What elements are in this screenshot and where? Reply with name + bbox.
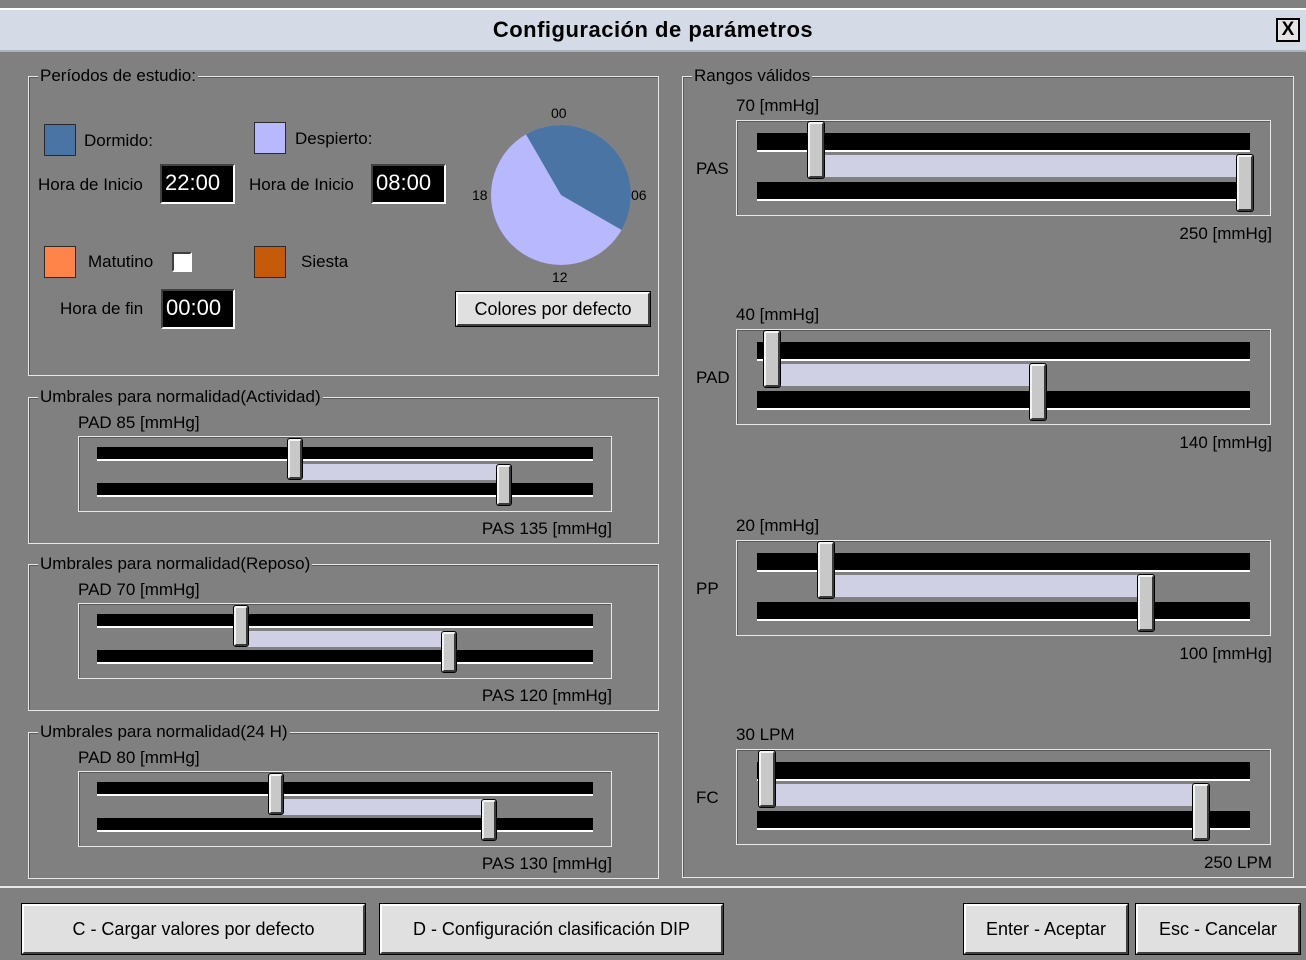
dormido-start-input[interactable]: 22:00 <box>160 164 235 204</box>
clock-pie-chart: 00 06 12 18 <box>472 105 647 285</box>
threshold-low-thumb[interactable] <box>232 605 249 647</box>
threshold-track-bottom <box>97 818 593 832</box>
threshold-legend: Umbrales para normalidad(Reposo) <box>38 554 313 574</box>
range-track-bottom <box>757 602 1250 621</box>
range-track-bottom <box>757 182 1250 201</box>
despierto-color-swatch[interactable] <box>254 122 286 154</box>
threshold-pas-label: PAS 130 [mmHg] <box>481 854 612 873</box>
threshold-high-thumb[interactable] <box>480 799 497 841</box>
range-name: PAS <box>696 159 729 178</box>
range-selected <box>766 784 1201 806</box>
periods-legend: Períodos de estudio: <box>38 66 198 86</box>
despierto-start-label: Hora de Inicio <box>249 175 354 194</box>
range-min-label: 30 LPM <box>736 725 795 744</box>
siesta-color-swatch[interactable] <box>254 246 286 278</box>
threshold-pas-label: PAS 120 [mmHg] <box>481 686 612 705</box>
range-name: FC <box>696 788 719 807</box>
footer-separator <box>0 886 1306 888</box>
close-button[interactable]: X <box>1276 18 1300 42</box>
window-title: Configuración de parámetros <box>492 17 814 42</box>
threshold-selected-range <box>295 464 504 480</box>
despierto-label: Despierto: <box>295 129 373 148</box>
range-max-label: 250 [mmHg] <box>1179 224 1272 243</box>
threshold-low-thumb[interactable] <box>267 773 284 815</box>
range-max-thumb[interactable] <box>1236 154 1255 212</box>
threshold-legend: Umbrales para normalidad(24 H) <box>38 722 290 742</box>
threshold-track-top <box>97 614 593 628</box>
threshold-selected-range <box>240 631 450 647</box>
cancel-button[interactable]: Esc - Cancelar <box>1135 903 1301 955</box>
range-min-label: 40 [mmHg] <box>736 305 820 324</box>
accept-button[interactable]: Enter - Aceptar <box>963 903 1129 955</box>
range-max-label: 140 [mmHg] <box>1179 433 1272 452</box>
load-defaults-button[interactable]: C - Cargar valores por defecto <box>21 903 366 955</box>
range-track-top <box>757 342 1250 361</box>
range-max-thumb[interactable] <box>1029 363 1047 421</box>
dormido-start-label: Hora de Inicio <box>38 175 143 194</box>
range-selected <box>771 364 1038 386</box>
range-track-bottom <box>757 811 1250 830</box>
threshold-pad-label: PAD 70 [mmHg] <box>78 580 200 599</box>
threshold-track-bottom <box>97 650 593 664</box>
default-colors-button[interactable]: Colores por defecto <box>455 291 651 327</box>
range-max-label: 250 LPM <box>1203 853 1272 872</box>
clock-label-06: 06 <box>631 187 647 203</box>
threshold-track-top <box>97 447 593 461</box>
range-min-thumb[interactable] <box>762 330 781 388</box>
range-max-label: 100 [mmHg] <box>1179 644 1272 663</box>
range-name: PAD <box>696 368 730 387</box>
threshold-high-thumb[interactable] <box>441 631 458 673</box>
range-track-bottom <box>757 391 1250 410</box>
range-max-thumb[interactable] <box>1191 783 1210 841</box>
ranges-legend: Rangos válidos <box>692 66 813 86</box>
range-selected <box>826 575 1147 597</box>
range-max-thumb[interactable] <box>1137 574 1156 632</box>
matutino-end-label: Hora de fin <box>60 299 144 318</box>
range-min-thumb[interactable] <box>817 541 836 599</box>
clock-label-00: 00 <box>551 105 567 121</box>
dormido-color-swatch[interactable] <box>44 124 76 156</box>
matutino-end-input[interactable]: 00:00 <box>161 289 235 329</box>
matutino-label: Matutino <box>88 252 154 271</box>
threshold-pas-label: PAS 135 [mmHg] <box>481 519 612 538</box>
dip-config-button[interactable]: D - Configuración clasificación DIP <box>379 903 724 955</box>
threshold-track-top <box>97 782 593 796</box>
despierto-start-input[interactable]: 08:00 <box>371 164 446 204</box>
range-min-label: 70 [mmHg] <box>736 96 820 115</box>
range-min-thumb[interactable] <box>757 750 776 808</box>
dormido-label: Dormido: <box>84 131 153 150</box>
threshold-selected-range <box>275 799 489 815</box>
range-track-top <box>757 133 1250 152</box>
clock-label-12: 12 <box>552 269 568 285</box>
matutino-checkbox[interactable] <box>172 252 192 272</box>
threshold-legend: Umbrales para normalidad(Actividad) <box>38 387 323 407</box>
threshold-pad-label: PAD 80 [mmHg] <box>78 748 200 767</box>
siesta-label: Siesta <box>301 252 349 271</box>
range-min-thumb[interactable] <box>807 121 826 179</box>
range-name: PP <box>696 579 719 598</box>
range-min-label: 20 [mmHg] <box>736 516 820 535</box>
threshold-high-thumb[interactable] <box>495 464 512 506</box>
threshold-low-thumb[interactable] <box>287 438 304 480</box>
threshold-pad-label: PAD 85 [mmHg] <box>78 413 200 432</box>
range-track-top <box>757 762 1250 781</box>
threshold-track-bottom <box>97 483 593 497</box>
range-selected <box>816 155 1246 177</box>
matutino-color-swatch[interactable] <box>44 246 76 278</box>
clock-label-18: 18 <box>472 187 488 203</box>
